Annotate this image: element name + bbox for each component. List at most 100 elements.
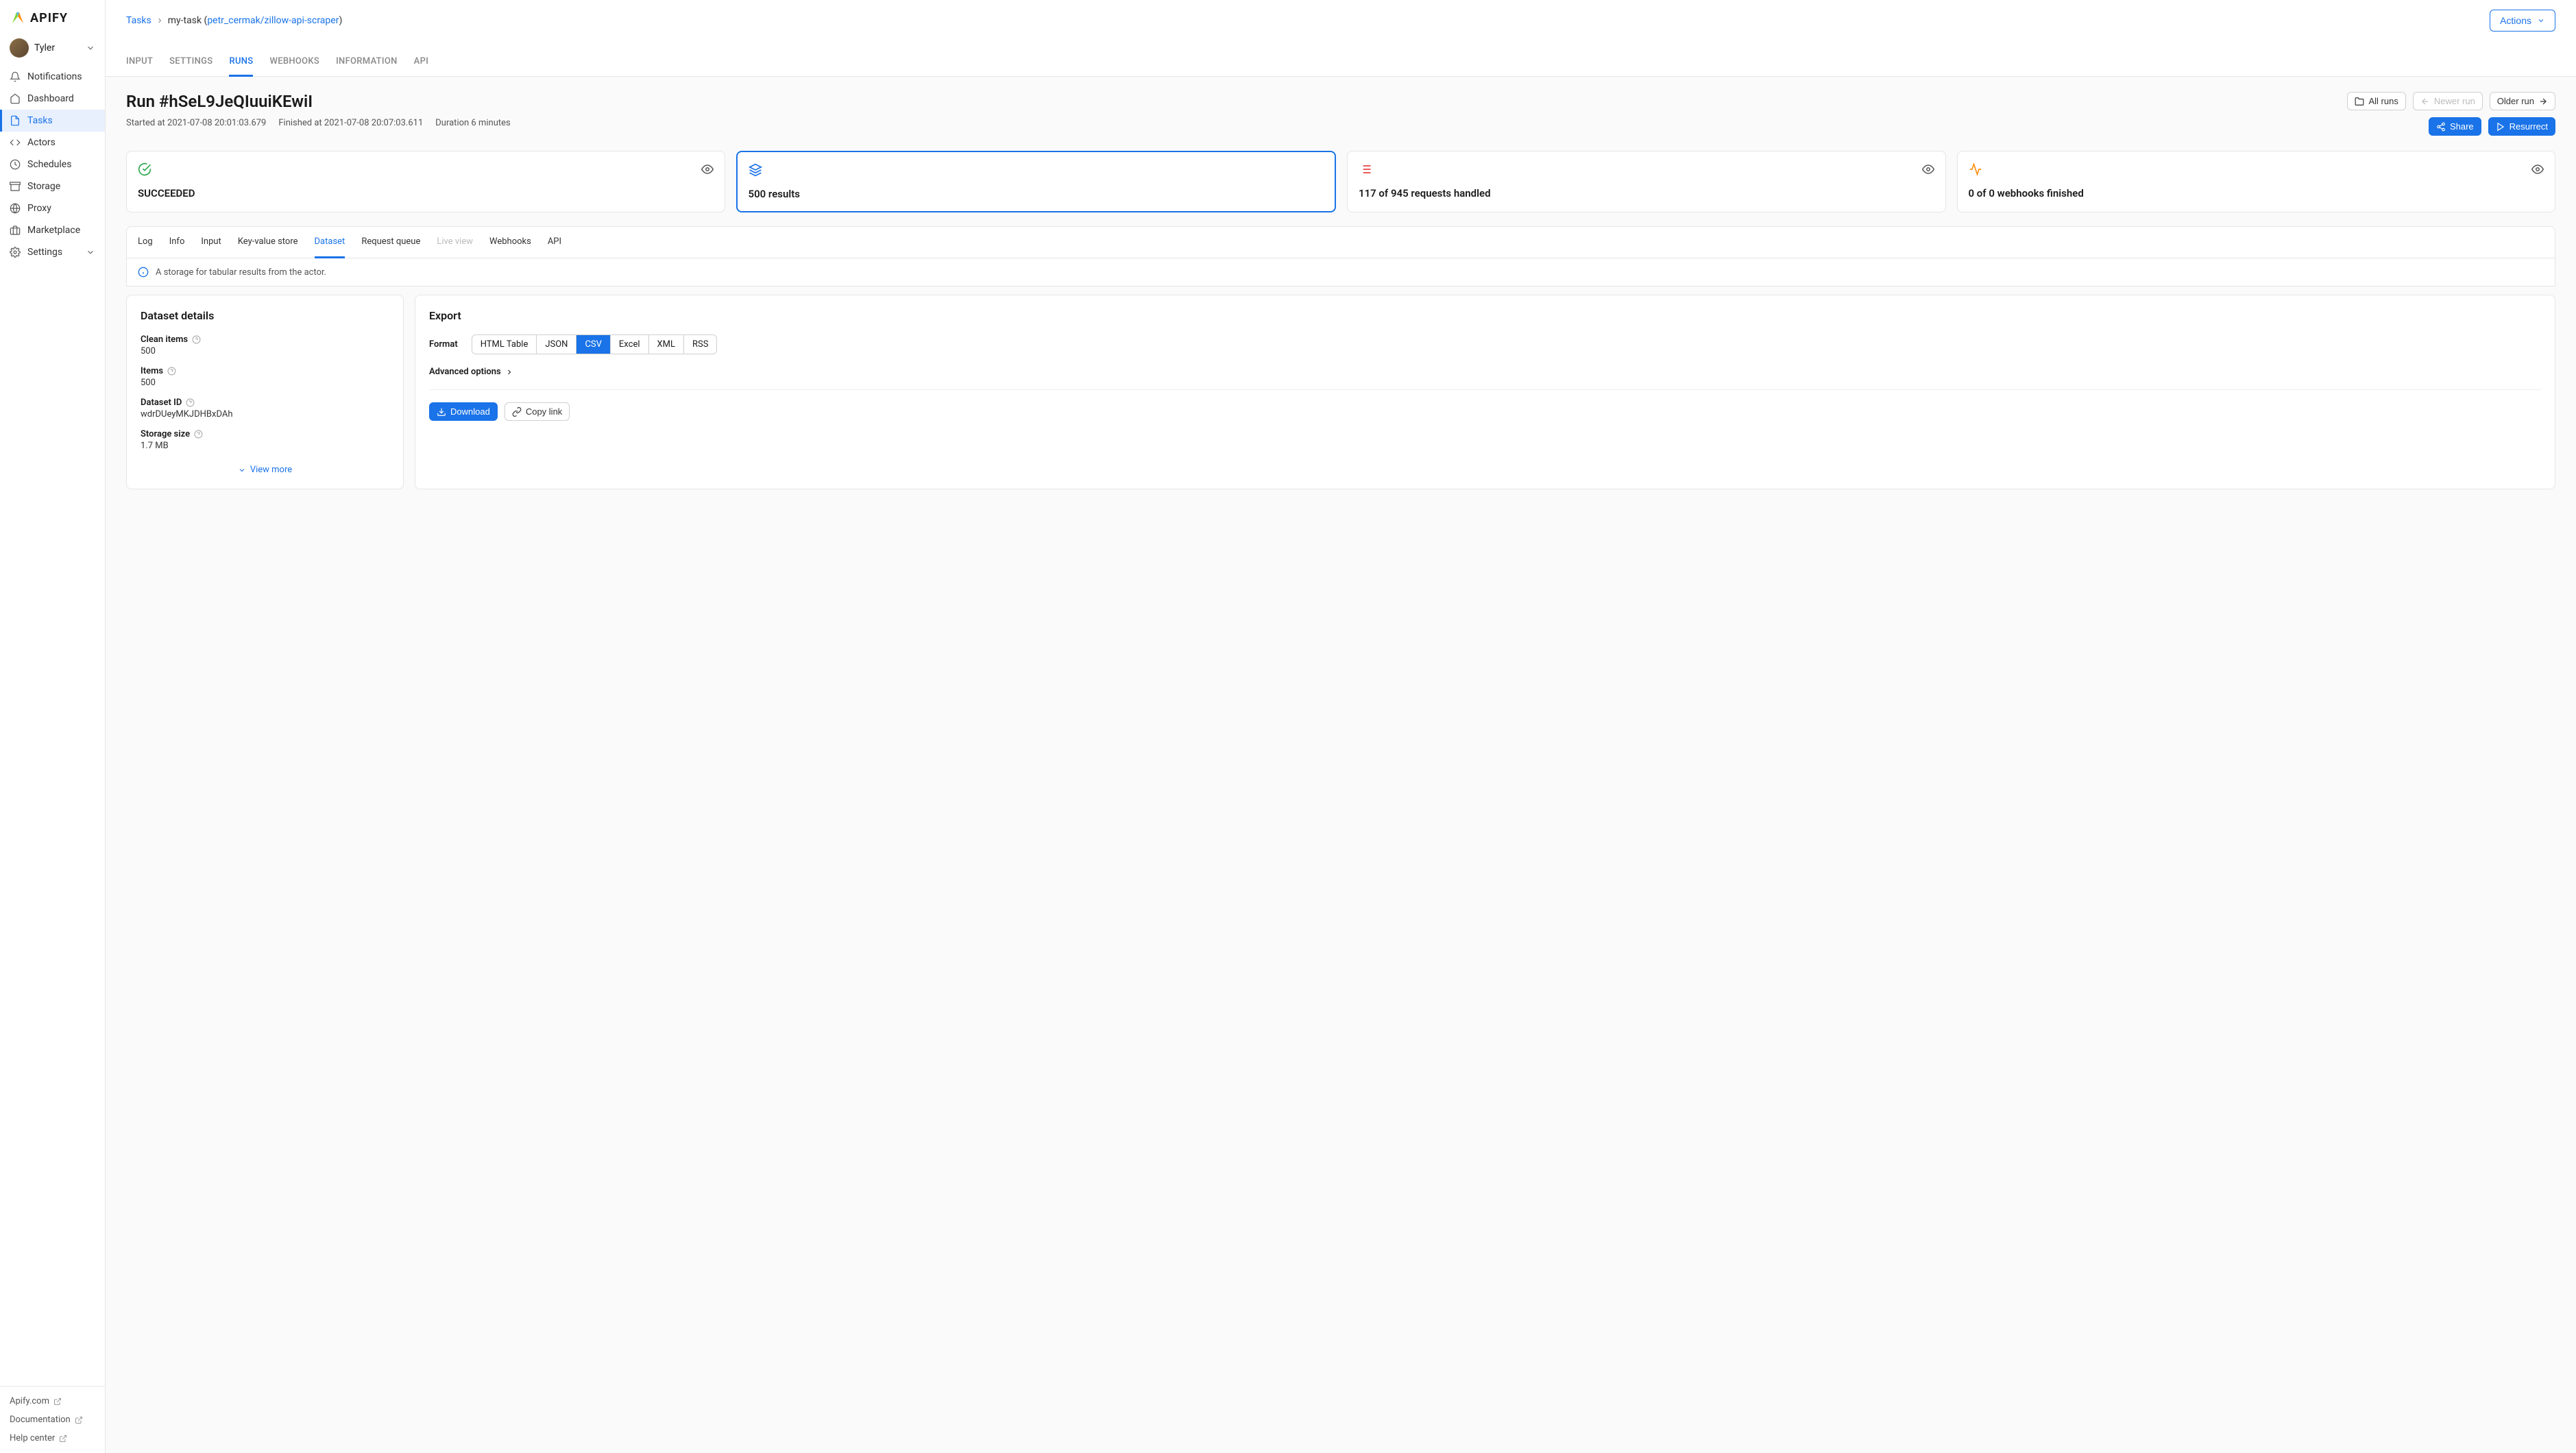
external-link-icon (59, 1434, 67, 1443)
chevron-down-icon (238, 466, 246, 474)
card-requests[interactable]: 117 of 945 requests handled (1347, 151, 1946, 212)
sidebar-item-label: Actors (27, 137, 56, 148)
breadcrumb-task: my-task (petr_cermak/zillow-api-scraper) (168, 15, 343, 26)
run-header: Run #hSeL9JeQIuuiKEwiI Started at 2021-0… (126, 92, 2555, 136)
export-title: Export (429, 309, 2541, 322)
sidebar-item-marketplace[interactable]: Marketplace (0, 219, 105, 241)
subtab-api[interactable]: API (548, 227, 561, 258)
eye-icon[interactable] (2531, 163, 2544, 175)
all-runs-button[interactable]: All runs (2347, 92, 2405, 110)
list-icon (1359, 162, 1372, 176)
sidebar-item-settings[interactable]: Settings (0, 241, 105, 263)
format-csv[interactable]: CSV (576, 335, 610, 354)
help-icon[interactable] (167, 367, 176, 376)
share-button[interactable]: Share (2429, 117, 2481, 136)
card-webhooks[interactable]: 0 of 0 webhooks finished (1957, 151, 2556, 212)
help-icon[interactable] (194, 430, 203, 439)
subtab-log[interactable]: Log (138, 227, 153, 258)
code-icon (10, 137, 21, 148)
breadcrumb-actor-link[interactable]: petr_cermak/zillow-api-scraper (207, 15, 339, 26)
download-icon (437, 407, 446, 417)
user-name: Tyler (34, 42, 80, 53)
copy-link-button[interactable]: Copy link (505, 402, 570, 421)
panels: Dataset details Clean items 500 Items 50… (126, 295, 2555, 489)
subtab-input[interactable]: Input (201, 227, 221, 258)
eye-icon[interactable] (1922, 163, 1934, 175)
subtab-webhooks[interactable]: Webhooks (489, 227, 531, 258)
sidebar-item-schedules[interactable]: Schedules (0, 154, 105, 175)
subtab-dataset[interactable]: Dataset (315, 227, 345, 258)
file-icon (10, 115, 21, 126)
advanced-options[interactable]: Advanced options (429, 367, 2541, 377)
tab-webhooks[interactable]: WEBHOOKS (269, 48, 319, 76)
user-menu[interactable]: Tyler (0, 33, 105, 63)
status-cards: SUCCEEDED 500 results 117 of 945 request… (126, 151, 2555, 212)
sidebar-item-tasks[interactable]: Tasks (0, 110, 105, 132)
card-results[interactable]: 500 results (736, 151, 1337, 212)
export-panel: Export Format HTML Table JSON CSV Excel … (415, 295, 2555, 489)
card-webhooks-text: 0 of 0 webhooks finished (1969, 187, 2544, 199)
play-icon (2496, 122, 2505, 132)
briefcase-icon (10, 225, 21, 236)
format-excel[interactable]: Excel (611, 335, 649, 354)
sidebar-item-label: Schedules (27, 159, 71, 170)
sidebar-item-label: Marketplace (27, 225, 80, 236)
footer-link-docs[interactable]: Documentation (0, 1411, 105, 1429)
subtab-liveview: Live view (437, 227, 473, 258)
topbar: Tasks my-task (petr_cermak/zillow-api-sc… (106, 0, 2576, 32)
view-more-button[interactable]: View more (141, 465, 389, 475)
format-xml[interactable]: XML (649, 335, 685, 354)
newer-run-button: Newer run (2413, 92, 2483, 110)
tab-input[interactable]: INPUT (126, 48, 153, 76)
dataset-id-value: wdrDUeyMKJDHBxDAh (141, 409, 389, 419)
help-icon[interactable] (192, 335, 201, 344)
format-segmented: HTML Table JSON CSV Excel XML RSS (472, 334, 718, 354)
sidebar-item-notifications[interactable]: Notifications (0, 66, 105, 88)
gear-icon (10, 247, 21, 258)
run-started: Started at 2021-07-08 20:01:03.679 (126, 118, 266, 128)
format-rss[interactable]: RSS (684, 335, 716, 354)
divider (429, 389, 2541, 390)
sidebar-item-storage[interactable]: Storage (0, 175, 105, 197)
tab-runs[interactable]: RUNS (229, 48, 253, 77)
chevron-down-icon (2537, 16, 2545, 25)
breadcrumb: Tasks my-task (petr_cermak/zillow-api-sc… (126, 15, 342, 26)
card-status[interactable]: SUCCEEDED (126, 151, 725, 212)
format-json[interactable]: JSON (537, 335, 576, 354)
format-html[interactable]: HTML Table (472, 335, 537, 354)
nav: Notifications Dashboard Tasks Actors Sch… (0, 63, 105, 1386)
globe-icon (10, 203, 21, 214)
logo[interactable]: APIFY (0, 0, 105, 33)
subtab-info[interactable]: Info (169, 227, 185, 258)
help-icon[interactable] (186, 398, 195, 407)
sidebar-item-label: Tasks (27, 115, 53, 126)
sidebar-item-label: Dashboard (27, 93, 74, 104)
footer-link-apify[interactable]: Apify.com (0, 1392, 105, 1411)
subtab-rqueue[interactable]: Request queue (361, 227, 420, 258)
tab-information[interactable]: INFORMATION (336, 48, 398, 76)
main-tabs: INPUT SETTINGS RUNS WEBHOOKS INFORMATION… (106, 48, 2576, 77)
footer-link-help[interactable]: Help center (0, 1429, 105, 1448)
sidebar-item-dashboard[interactable]: Dashboard (0, 88, 105, 110)
older-run-button[interactable]: Older run (2490, 92, 2555, 110)
bell-icon (10, 71, 21, 82)
card-requests-text: 117 of 945 requests handled (1359, 187, 1934, 199)
eye-icon[interactable] (701, 163, 714, 175)
link-icon (512, 407, 522, 417)
tab-settings[interactable]: SETTINGS (169, 48, 212, 76)
subtab-kvstore[interactable]: Key-value store (238, 227, 298, 258)
sidebar-footer: Apify.com Documentation Help center (0, 1386, 105, 1453)
chevron-right-icon (156, 16, 164, 25)
home-icon (10, 93, 21, 104)
clean-items-value: 500 (141, 346, 389, 356)
resurrect-button[interactable]: Resurrect (2488, 117, 2555, 136)
download-button[interactable]: Download (429, 402, 498, 421)
run-meta: Started at 2021-07-08 20:01:03.679 Finis… (126, 118, 2347, 128)
sidebar-item-actors[interactable]: Actors (0, 132, 105, 154)
actions-button[interactable]: Actions (2490, 10, 2555, 32)
check-circle-icon (138, 162, 151, 176)
tab-api[interactable]: API (414, 48, 429, 76)
breadcrumb-root[interactable]: Tasks (126, 15, 151, 26)
sidebar-item-proxy[interactable]: Proxy (0, 197, 105, 219)
card-status-text: SUCCEEDED (138, 187, 714, 199)
